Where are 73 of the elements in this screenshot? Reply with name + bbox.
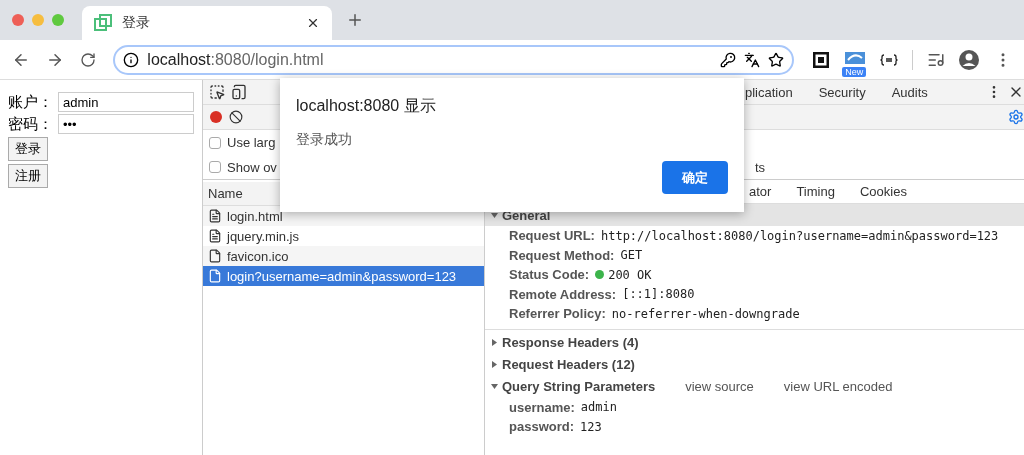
reload-icon[interactable] [80,51,97,68]
header-value: [::1]:8080 [622,287,695,302]
link[interactable]: view URL encoded [783,379,893,394]
request-row[interactable]: favicon.ico [203,246,484,266]
info-icon[interactable] [123,51,140,68]
link[interactable]: view source [685,379,754,394]
dialog-message: 登录成功 [296,131,353,149]
input-field[interactable]: ••• [58,114,194,134]
section-header[interactable]: Request Headers (12) [485,353,1024,376]
header-value: 200 OK [595,267,652,282]
header-value: GET [620,248,643,263]
header-key: username: [509,399,575,415]
header-key: password: [509,419,574,435]
app-icon [94,14,112,32]
header-value: no-referrer-when-downgrade [611,306,800,321]
checkbox[interactable] [209,161,221,173]
new-tab-icon[interactable] [346,11,364,29]
devtools-tab[interactable]: Security [808,84,876,100]
section-header[interactable]: Response Headers (4) [485,331,1024,354]
key-icon[interactable] [720,51,737,68]
address-bar[interactable]: localhost:8080/login.html [113,44,795,75]
translate-icon[interactable] [744,51,761,68]
detail-tab[interactable]: Cookies [849,184,917,199]
form-button[interactable]: 注册 [8,164,48,188]
device-icon[interactable] [231,84,247,100]
dialog-title: localhost:8080 显示 [296,96,437,116]
header-key: Referrer Policy: [509,306,606,322]
file-icon [208,229,222,243]
section-title: Response Headers (4) [502,335,639,350]
file-icon [208,209,222,223]
header-value: admin [580,400,617,415]
field-label: 账户： [8,92,54,112]
option-label: Show ov [227,159,277,175]
disclosure-triangle-icon[interactable] [491,361,498,368]
disclosure-triangle-icon[interactable] [491,211,498,219]
ok-button[interactable]: 确定 [662,161,728,194]
clear-icon[interactable] [229,110,243,124]
close-icon[interactable] [306,16,320,30]
section-title: Query String Parameters [502,379,656,394]
browser-tab[interactable]: 登录 [82,6,332,40]
disclosure-triangle-icon[interactable] [491,383,498,390]
header-key: Remote Address: [509,286,617,302]
section-header[interactable]: Query String Parameters view source view URL encoded [485,375,1024,398]
tab-title: 登录 [122,14,151,32]
request-row[interactable]: login?username=admin&password=123 [203,266,484,286]
header-key: Request Method: [509,247,615,263]
avatar-icon[interactable] [958,48,981,71]
field-label: 密码： [8,114,54,134]
header-value: 123 [580,419,602,434]
form-button[interactable]: 登录 [8,137,48,161]
disclosure-triangle-icon[interactable] [491,339,498,346]
detail-tab[interactable]: Timing [786,184,845,199]
header-value: http://localhost:8080/login?username=admin&password=123 [600,228,999,243]
header-key: Status Code: [509,267,590,283]
settings-icon[interactable] [1007,109,1024,125]
close-window-button[interactable] [12,14,24,26]
file-icon [208,249,222,263]
option-label: Use larg [227,135,276,150]
checkbox[interactable] [209,136,221,149]
braces-icon[interactable] [879,53,898,66]
section-title: General [502,207,551,223]
new-badge: New [842,66,867,77]
input-field[interactable]: admin [58,92,194,112]
column-header: Name [208,186,243,201]
section-title: Request Headers (12) [502,357,635,372]
star-icon[interactable] [768,51,785,68]
header-key: Request URL: [509,228,595,244]
option-label: ts [754,159,765,175]
devtools-tab[interactable]: Audits [881,84,938,100]
file-icon [208,269,222,283]
url-text: localhost:8080/login.html [147,50,325,69]
inspect-icon[interactable] [209,84,225,100]
record-icon[interactable] [209,110,223,124]
